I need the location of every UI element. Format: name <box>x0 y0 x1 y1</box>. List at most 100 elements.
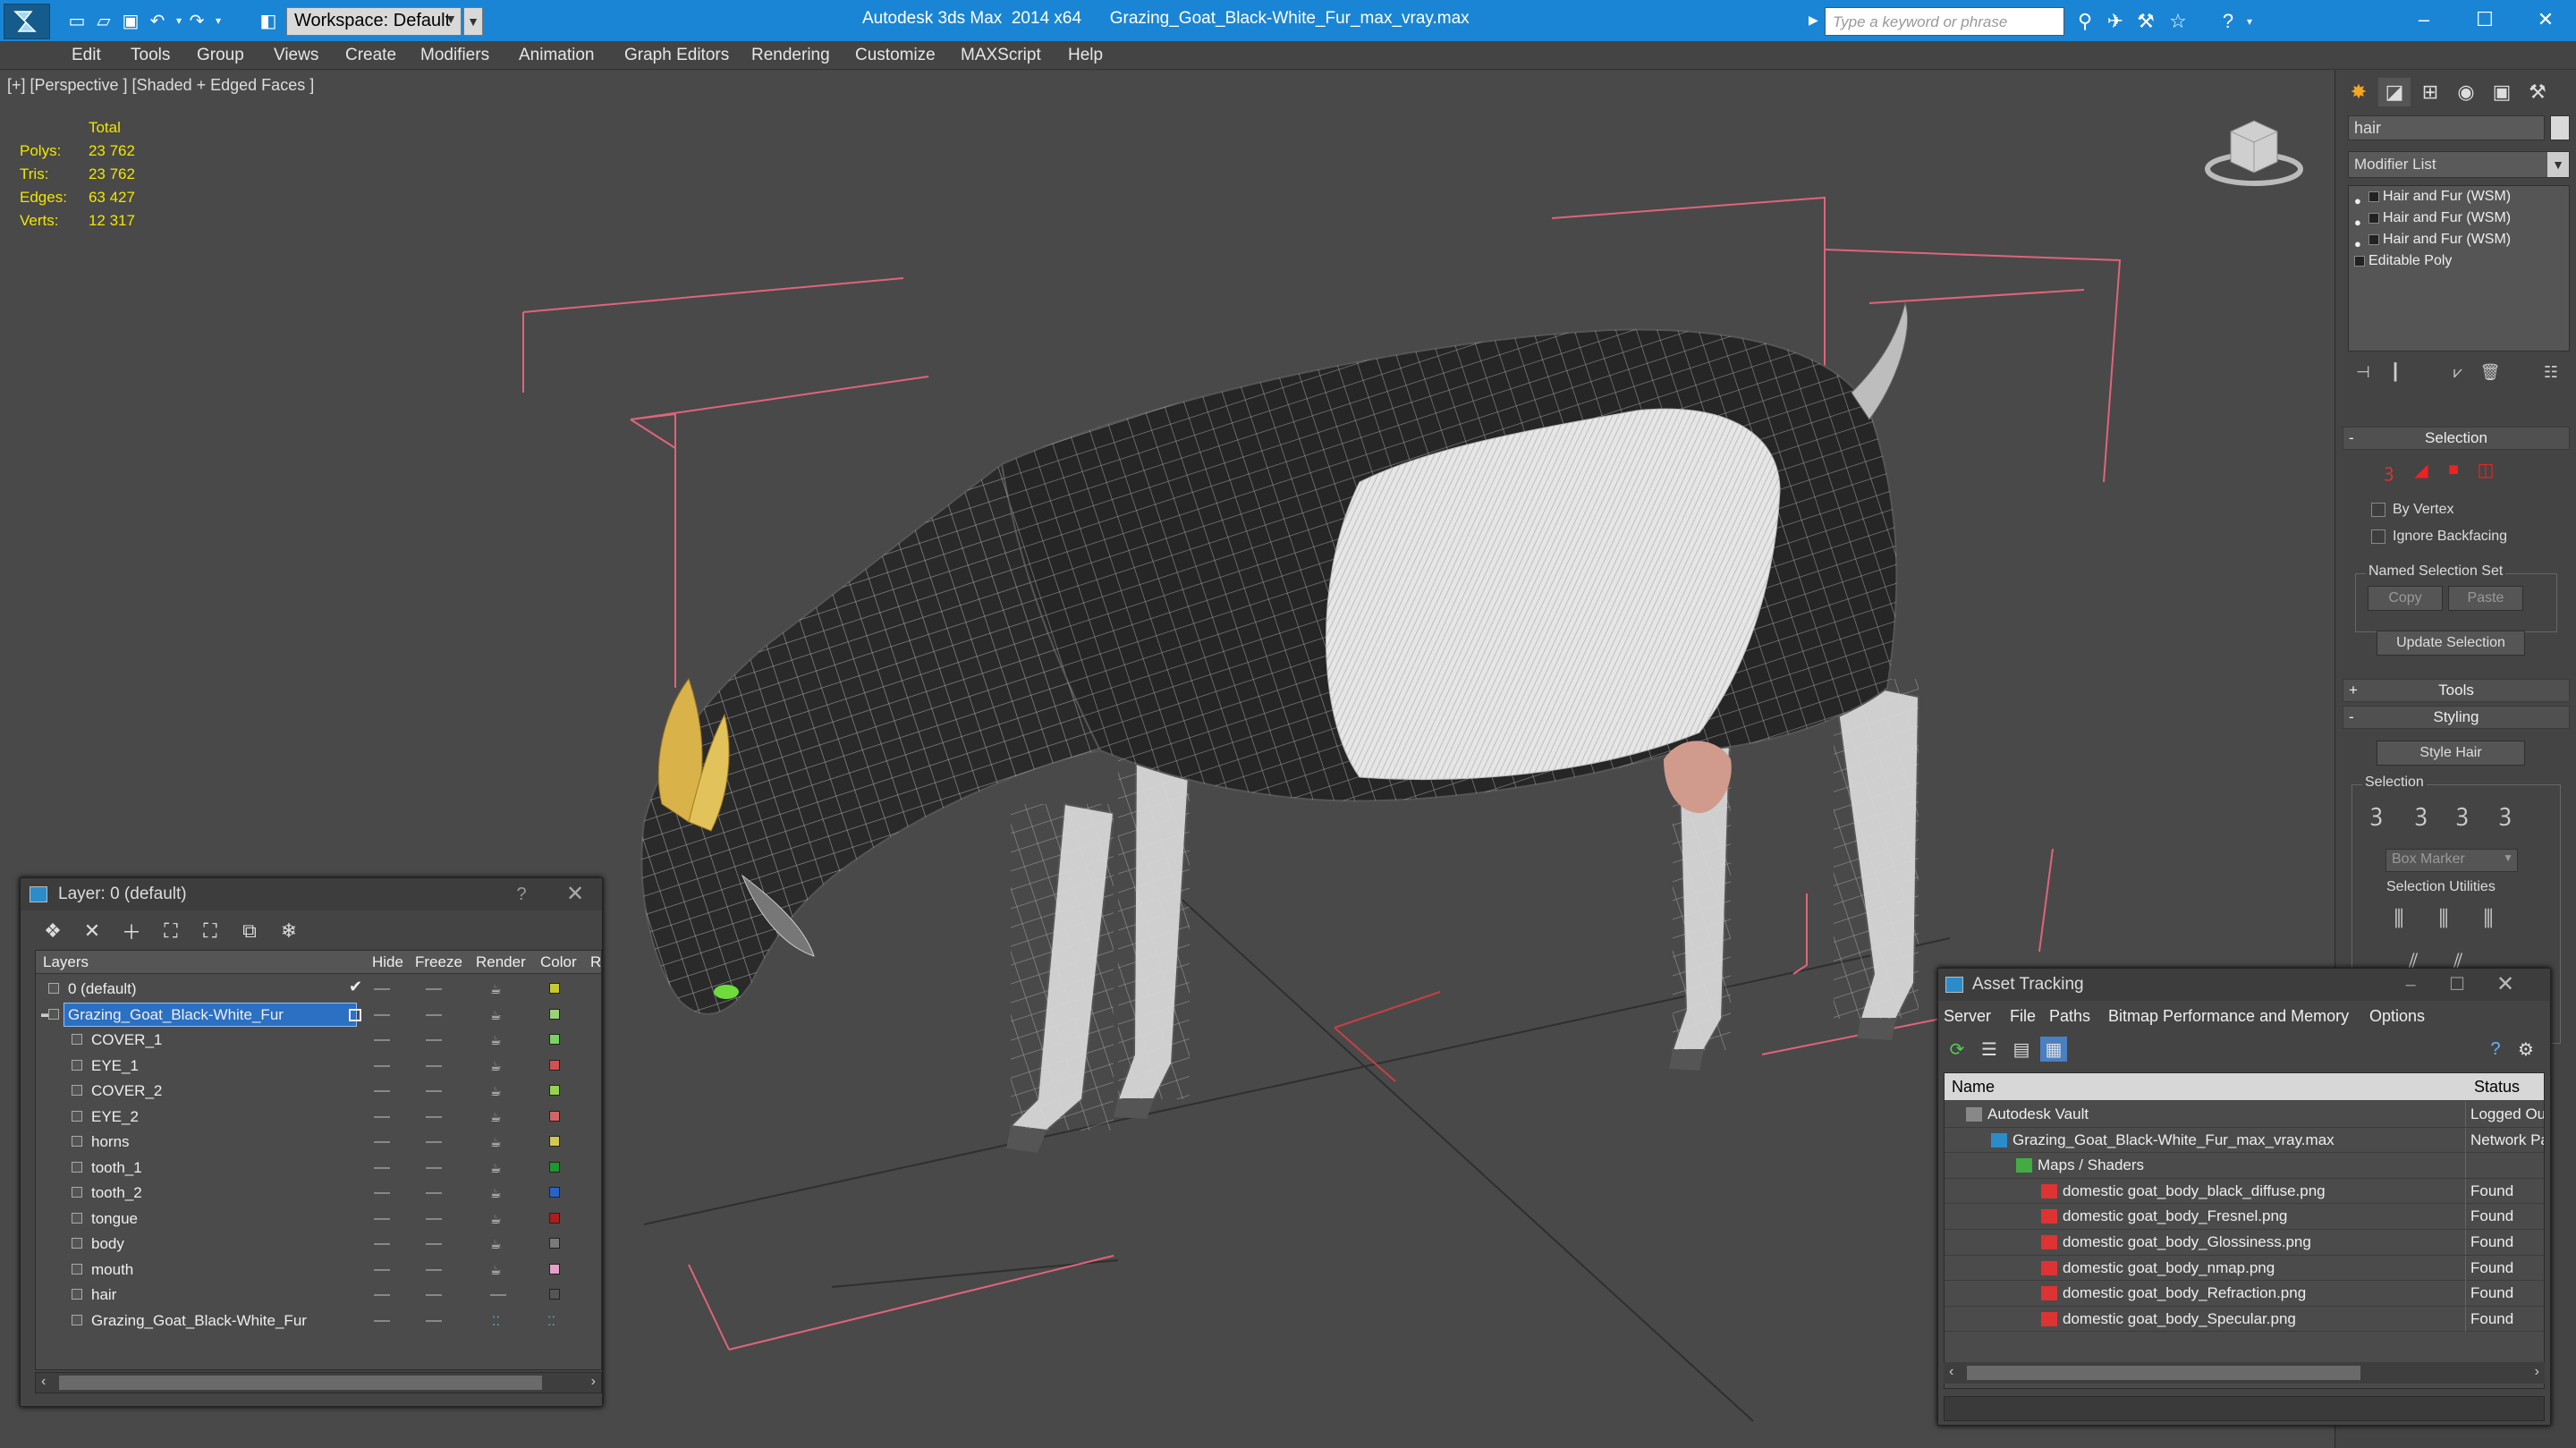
create-tab-icon[interactable]: ✸ <box>2343 78 2375 106</box>
render-teapot-icon[interactable]: ☕ <box>490 1084 502 1099</box>
menu-maxscript[interactable]: MAXScript <box>961 46 1041 65</box>
object-name-field[interactable]: hair <box>2348 115 2545 140</box>
table-view-icon[interactable]: ▦ <box>2040 1037 2067 1062</box>
settings-icon[interactable]: ⚙ <box>2512 1037 2539 1062</box>
layer-color-swatch[interactable] <box>549 1110 560 1122</box>
close-icon[interactable]: ✕ <box>2515 0 2576 39</box>
layer-color-swatch[interactable] <box>549 1263 560 1274</box>
col-status[interactable]: Status <box>2474 1078 2520 1097</box>
hide-toggle[interactable] <box>374 988 390 990</box>
freeze-toggle[interactable] <box>426 1294 442 1296</box>
color-dots-icon[interactable]: ⁚⁚ <box>547 1314 555 1329</box>
menu-edit[interactable]: Edit <box>72 46 101 65</box>
freeze-toggle[interactable] <box>426 1166 442 1169</box>
modifier-list-dropdown[interactable]: Modifier List ▼ <box>2348 151 2570 178</box>
box-marker-dropdown[interactable]: Box Marker ▼ <box>2385 849 2518 872</box>
minimize-icon[interactable]: – <box>2394 0 2454 39</box>
menu-rendering[interactable]: Rendering <box>751 46 830 65</box>
render-teapot-icon[interactable]: ☕ <box>490 1237 502 1252</box>
aw-menu-paths[interactable]: Paths <box>2049 1007 2090 1026</box>
layer-name[interactable]: tooth_2 <box>88 1181 149 1204</box>
viewport-label-menu[interactable]: [+] [Perspective ] [Shaded + Edged Faces… <box>7 76 314 95</box>
layer-color-swatch[interactable] <box>549 1161 560 1173</box>
col-layers[interactable]: Layers <box>43 953 89 971</box>
hide-toggle[interactable] <box>374 1243 390 1245</box>
hide-toggle[interactable] <box>374 1192 390 1194</box>
freeze-toggle[interactable] <box>426 1115 442 1118</box>
close-icon[interactable]: ✕ <box>2487 969 2523 1001</box>
render-teapot-icon[interactable]: ☕ <box>490 1212 502 1227</box>
display-tab-icon[interactable]: ▣ <box>2486 78 2518 106</box>
layer-row[interactable]: COVER_2 ☕ <box>36 1078 601 1104</box>
scroll-right-icon[interactable]: › <box>591 1374 596 1390</box>
layer-color-swatch[interactable] <box>549 1238 560 1249</box>
freeze-toggle[interactable] <box>426 1141 442 1143</box>
motion-tab-icon[interactable]: ◉ <box>2450 78 2482 106</box>
refresh-icon[interactable]: ⟳ <box>1944 1037 1970 1062</box>
col-render[interactable]: Render <box>476 953 526 971</box>
hide-toggle[interactable] <box>374 1115 390 1118</box>
layer-row[interactable]: EYE_1 ☕ <box>36 1053 601 1079</box>
layer-color-swatch[interactable] <box>549 1085 560 1096</box>
subscription-icon[interactable]: ⚒ <box>2132 9 2159 34</box>
modifier-stack-item[interactable]: Editable Poly <box>2349 250 2569 272</box>
layer-name[interactable]: horns <box>88 1130 137 1153</box>
menu-group[interactable]: Group <box>197 46 244 65</box>
select-vertices-icon[interactable]: ꝫ <box>2450 799 2475 826</box>
modifier-stack-item[interactable]: ● Hair and Fur (WSM) <box>2349 229 2569 250</box>
asset-row[interactable]: Autodesk Vault Logged Out <box>1945 1102 2544 1128</box>
modifier-stack[interactable]: ● Hair and Fur (WSM) ● Hair and Fur (WSM) … <box>2348 185 2570 351</box>
modifier-stack-item[interactable]: ● Hair and Fur (WSM) <box>2349 186 2569 207</box>
checkbox-box[interactable] <box>2371 529 2385 544</box>
layer-name[interactable]: mouth <box>88 1258 140 1281</box>
search-input[interactable]: Type a keyword or phrase <box>1825 7 2064 36</box>
hide-toggle[interactable] <box>374 1141 390 1143</box>
favorites-star-icon[interactable]: ☆ <box>2165 9 2191 34</box>
add-to-layer-icon[interactable]: ＋ <box>117 918 146 944</box>
rotate-selection-icon[interactable]: ⫼ <box>2428 904 2459 935</box>
layer-color-swatch[interactable] <box>549 1136 560 1147</box>
aw-menu-options[interactable]: Options <box>2369 1007 2425 1026</box>
layer-name[interactable]: Grazing_Goat_Black-White_Fur <box>88 1309 314 1332</box>
render-teapot-icon[interactable]: ☕ <box>490 1033 502 1048</box>
by-vertex-checkbox[interactable]: By Vertex <box>2371 502 2453 518</box>
object-color-swatch[interactable] <box>2550 115 2570 140</box>
hide-toggle[interactable] <box>374 1268 390 1271</box>
search-expand-icon[interactable]: ▶ <box>1809 13 1818 28</box>
expand-box-icon[interactable] <box>2368 213 2379 224</box>
layer-name[interactable]: COVER_2 <box>88 1080 169 1102</box>
render-teapot-icon[interactable]: ☕ <box>490 1161 502 1176</box>
scroll-left-icon[interactable]: ‹ <box>1949 1364 1953 1380</box>
asset-row[interactable]: domestic goat_body_Glossiness.png Found <box>1945 1230 2544 1256</box>
layer-name[interactable]: COVER_1 <box>88 1029 169 1051</box>
layer-horizontal-scrollbar[interactable]: ‹ › <box>35 1372 602 1393</box>
polygon-subobject-icon[interactable]: ■ <box>2441 457 2466 482</box>
expand-selection-icon[interactable]: ⫼ <box>2473 904 2504 935</box>
styling-rollout-header[interactable]: - Styling <box>2343 706 2570 729</box>
layer-row[interactable]: hair <box>36 1282 601 1308</box>
layer-row[interactable]: tongue ☕ <box>36 1206 601 1232</box>
layer-color-swatch[interactable] <box>549 1289 560 1300</box>
pin-stack-icon[interactable]: ⊣ <box>2350 360 2377 384</box>
viewcube-icon[interactable] <box>2200 114 2308 194</box>
aw-menu-bitmap[interactable]: Bitmap Performance and Memory <box>2108 1007 2349 1026</box>
freeze-toggle[interactable] <box>426 1039 442 1041</box>
layer-row[interactable]: COVER_1 ☕ <box>36 1027 601 1053</box>
layer-row[interactable]: horns ☕ <box>36 1129 601 1155</box>
freeze-toggle[interactable] <box>426 1243 442 1245</box>
menu-tools[interactable]: Tools <box>131 46 170 65</box>
asset-horizontal-scrollbar[interactable]: ‹ › <box>1944 1362 2545 1384</box>
render-teapot-icon[interactable]: ☕ <box>490 982 502 997</box>
configure-modifier-sets-icon[interactable]: ☷ <box>2538 360 2564 384</box>
render-teapot-icon[interactable]: ☕ <box>490 1135 502 1150</box>
layer-name[interactable]: 0 (default) <box>64 978 144 1000</box>
highlight-selected-icon[interactable]: ⛶ <box>196 918 225 944</box>
save-file-icon[interactable]: ▣ <box>118 9 143 32</box>
remove-modifier-icon[interactable]: 🗑 <box>2477 360 2504 384</box>
asset-row[interactable]: domestic goat_body_black_diffuse.png Foun… <box>1945 1178 2544 1205</box>
hide-toggle[interactable] <box>374 1166 390 1169</box>
aw-menu-server[interactable]: Server <box>1944 1007 1991 1026</box>
expand-box-icon[interactable] <box>2368 234 2379 245</box>
render-teapot-icon[interactable]: ☕ <box>490 1263 502 1278</box>
asset-row[interactable]: Maps / Shaders <box>1945 1153 2544 1179</box>
